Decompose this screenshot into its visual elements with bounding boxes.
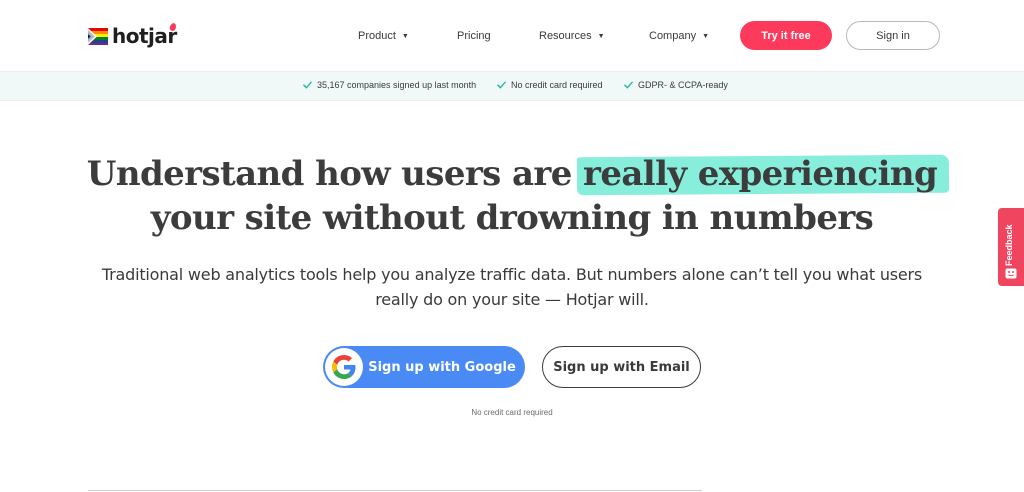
check-icon (624, 81, 633, 89)
nav-pricing[interactable]: Pricing (457, 27, 491, 45)
check-icon (497, 81, 506, 89)
nav-product[interactable]: Product ▼ (358, 27, 409, 45)
divider (88, 490, 702, 491)
nav-company-label: Company (649, 30, 697, 42)
headline-highlight: really experiencing (583, 154, 938, 194)
headline-part-2: your site without drowning in numbers (150, 198, 874, 238)
hero-subhead: Traditional web analytics tools help you… (101, 265, 923, 309)
google-g-icon (332, 355, 356, 379)
trust-item-label: No credit card required (511, 80, 603, 90)
google-button-label: Sign up with Google (368, 359, 516, 375)
hero-headline: Understand how users are really experien… (0, 152, 1024, 240)
feedback-tab[interactable]: Feedback (998, 208, 1024, 286)
sign-in-button[interactable]: Sign in (846, 21, 940, 50)
caret-down-icon: ▼ (702, 32, 710, 40)
site-header: hotjar Product ▼ Pricing Resources ▼ Com… (0, 0, 1024, 71)
nav-pricing-label: Pricing (457, 30, 491, 42)
nav-resources-label: Resources (539, 30, 592, 42)
google-badge (325, 348, 363, 386)
no-credit-card-note: No credit card required (471, 408, 553, 417)
caret-down-icon: ▼ (597, 32, 605, 40)
sign-up-with-email-button[interactable]: Sign up with Email (542, 346, 701, 388)
try-it-free-button[interactable]: Try it free (740, 21, 832, 50)
sign-up-with-google-button[interactable]: Sign up with Google (323, 346, 525, 388)
nav-product-label: Product (358, 30, 396, 42)
logo-wordmark: hotjar (112, 24, 177, 48)
headline-part-1: Understand how users are (86, 154, 573, 194)
trust-item: 35,167 companies signed up last month (303, 80, 476, 90)
trust-item-label: GDPR- & CCPA-ready (638, 80, 728, 90)
check-icon (303, 81, 312, 89)
trust-bar: 35,167 companies signed up last month No… (0, 71, 1024, 101)
nav-company[interactable]: Company ▼ (649, 27, 709, 45)
feedback-label: Feedback (1004, 224, 1014, 266)
trust-item-label: 35,167 companies signed up last month (317, 80, 477, 90)
caret-down-icon: ▼ (401, 32, 409, 40)
trust-item: GDPR- & CCPA-ready (624, 80, 728, 90)
hotjar-logo[interactable]: hotjar (88, 22, 177, 48)
pride-flag-logo-icon (88, 28, 108, 45)
feedback-face-icon (1005, 268, 1017, 279)
trust-item: No credit card required (497, 80, 603, 90)
nav-resources[interactable]: Resources ▼ (539, 27, 605, 45)
